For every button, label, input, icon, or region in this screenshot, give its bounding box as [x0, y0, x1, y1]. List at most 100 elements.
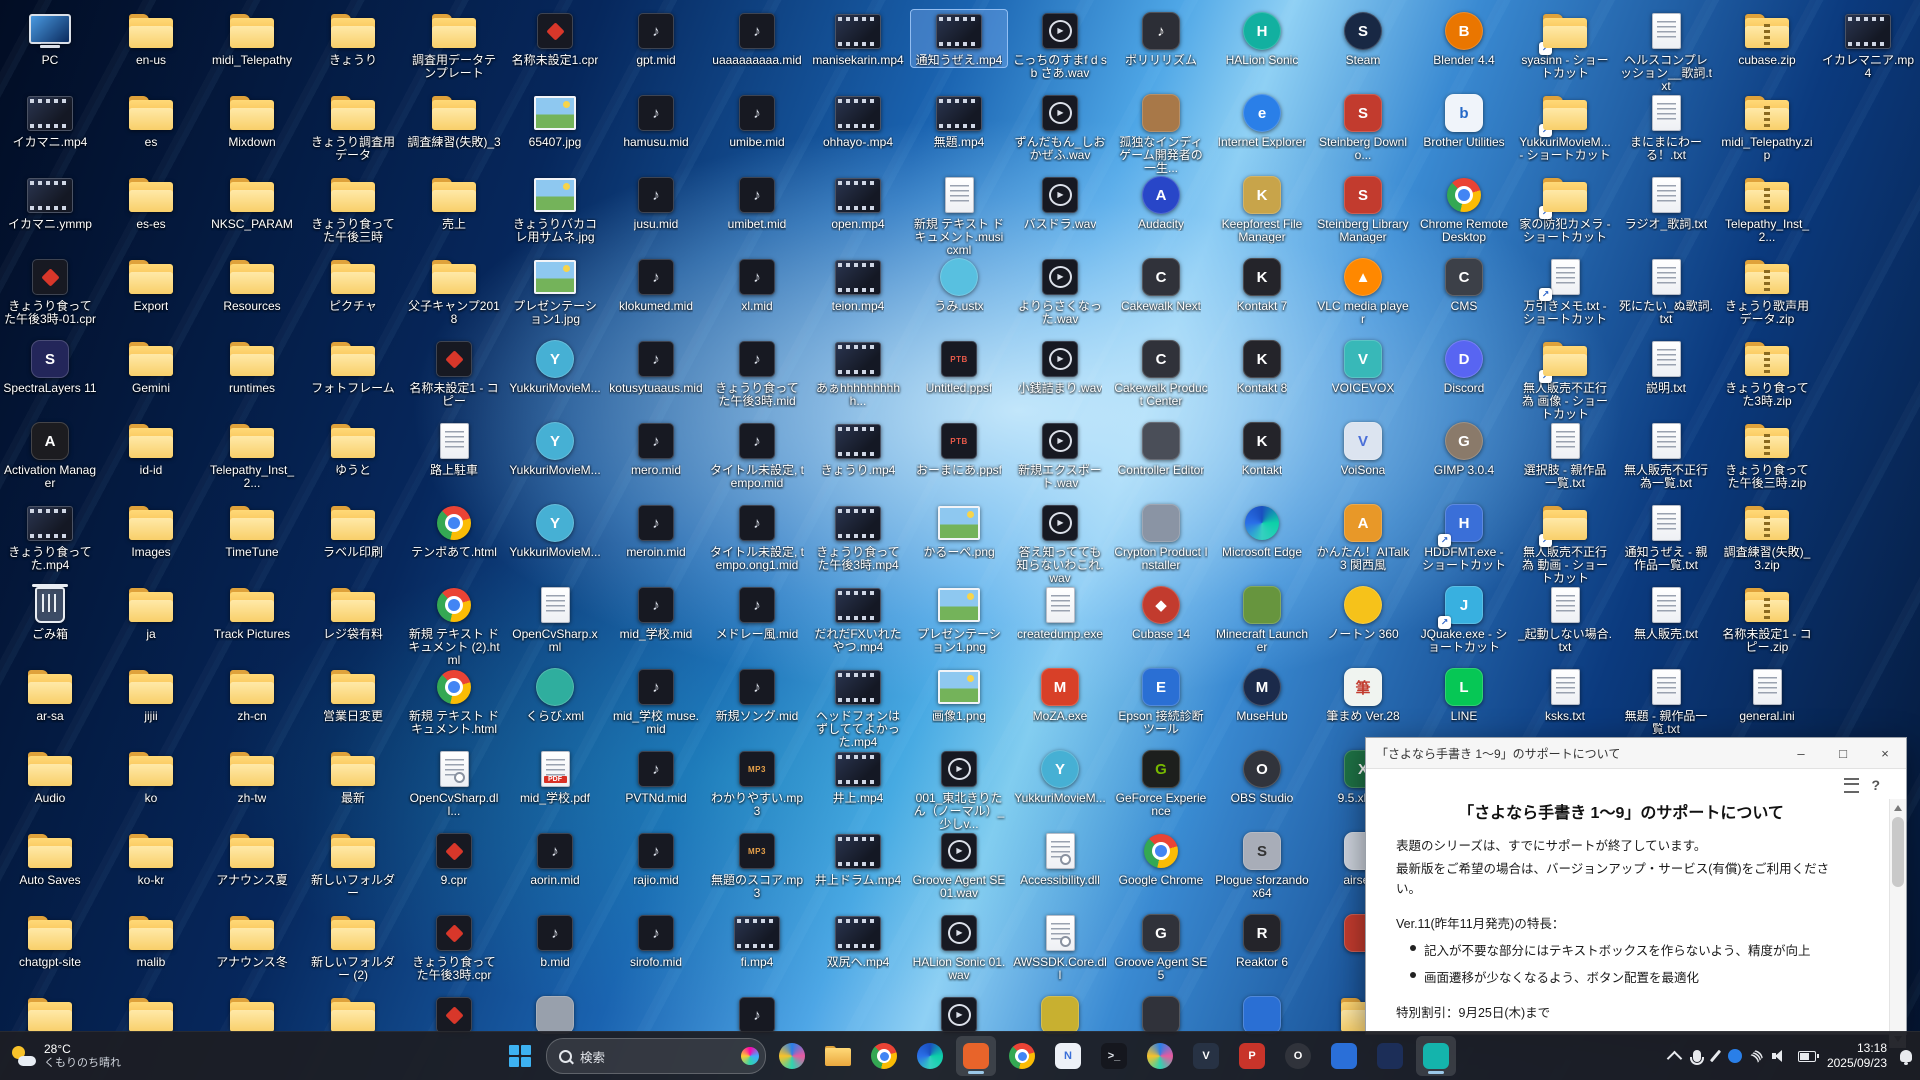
desktop-icon[interactable]: ↗家の防犯カメラ - ショートカット [1517, 174, 1613, 244]
desktop-icon[interactable]: OpenCvSharp.dll... [406, 748, 502, 818]
desktop-icon[interactable]: きょうり食ってた午後三時.zip [1719, 420, 1815, 490]
desktop-icon[interactable]: Mixdown [204, 92, 300, 149]
desktop-icon[interactable]: 新しいフォルダー [305, 830, 401, 900]
desktop-icon[interactable]: きょうり食ってた.mp4 [2, 502, 98, 572]
desktop-icon[interactable]: ▶小銭詰まり.wav [1012, 338, 1108, 395]
desktop-icon[interactable]: Google Chrome [1113, 830, 1209, 887]
taskbar-terminal-icon[interactable]: >_ [1094, 1036, 1134, 1076]
desktop-icon[interactable]: fi.mp4 [709, 912, 805, 969]
taskbar-app-red-p-icon[interactable]: P [1232, 1036, 1272, 1076]
taskbar-app-blue-icon[interactable] [1324, 1036, 1364, 1076]
desktop-icon[interactable]: Crypton Product Installer [1113, 502, 1209, 572]
desktop-icon[interactable]: zh-cn [204, 666, 300, 723]
desktop-icon[interactable]: 死にたい_ぬ歌詞.txt [1618, 256, 1714, 326]
desktop-icon[interactable]: H↗HDDFMT.exe - ショートカット [1416, 502, 1512, 572]
desktop-icon[interactable]: ▶バスドラ.wav [1012, 174, 1108, 231]
desktop-icon[interactable]: 通知うぜえ.mp4 [911, 10, 1007, 67]
desktop-icon[interactable]: Images [103, 502, 199, 559]
desktop-icon[interactable]: createdump.exe [1012, 584, 1108, 641]
desktop-icon[interactable]: ohhayo-.mp4 [810, 92, 906, 149]
desktop-icon[interactable]: HHALion Sonic [1214, 10, 1310, 67]
desktop-icon[interactable]: 65407.jpg [507, 92, 603, 149]
desktop-icon[interactable]: Accessibility.dll [1012, 830, 1108, 887]
desktop-icon[interactable]: イカマニ.ymmp [2, 174, 98, 231]
desktop-icon[interactable]: ↗万引きメモ.txt - ショートカット [1517, 256, 1613, 326]
desktop-icon[interactable]: 調査練習(失敗)_3 [406, 92, 502, 149]
desktop-icon[interactable]: SSteam [1315, 10, 1411, 67]
desktop-icon[interactable]: くらび.xml [507, 666, 603, 723]
desktop-icon[interactable]: ♪meroin.mid [608, 502, 704, 559]
desktop-icon[interactable]: きょうり食ってた3時.zip [1719, 338, 1815, 408]
taskbar-chrome-icon[interactable] [864, 1036, 904, 1076]
desktop-icon[interactable]: 孤独なインディゲーム開発者の一生... [1113, 92, 1209, 175]
clock[interactable]: 13:18 2025/09/23 [1827, 1041, 1887, 1071]
desktop-icon[interactable]: 調査練習(失敗)_3.zip [1719, 502, 1815, 572]
desktop-icon[interactable]: ♪ポリリリズム [1113, 10, 1209, 67]
desktop-icon[interactable]: MMoZA.exe [1012, 666, 1108, 723]
scrollbar-thumb[interactable] [1892, 817, 1904, 887]
desktop-icon[interactable]: ♪メドレー風.mid [709, 584, 805, 641]
desktop-icon[interactable]: ゆうと [305, 420, 401, 477]
desktop-icon[interactable]: SSteinberg Downlo... [1315, 92, 1411, 162]
desktop-icon[interactable]: 調査用データテンプレート [406, 10, 502, 80]
desktop-icon[interactable]: 新しいフォルダー (2) [305, 912, 401, 982]
desktop-icon[interactable]: ◆Cubase 14 [1113, 584, 1209, 641]
desktop-icon[interactable]: LLINE [1416, 666, 1512, 723]
desktop-icon[interactable]: J↗JQuake.exe - ショートカット [1416, 584, 1512, 654]
taskbar-app-orange-icon[interactable] [956, 1036, 996, 1076]
search-box[interactable]: 検索 [546, 1038, 766, 1074]
minimize-button[interactable]: – [1780, 738, 1822, 768]
taskbar-app-teal-icon[interactable] [1416, 1036, 1456, 1076]
desktop-icon[interactable]: ♪kotusytuaaus.mid [608, 338, 704, 395]
taskbar-copilot-icon[interactable] [772, 1036, 812, 1076]
desktop-icon[interactable]: ♪タイトル未設定, tempo.ong1.mid [709, 502, 805, 572]
desktop-icon[interactable]: ♪uaaaaaaaaa.mid [709, 10, 805, 67]
desktop-icon[interactable]: ラベル印刷 [305, 502, 401, 559]
desktop-icon[interactable]: 新規 テキスト ドキュメント.musicxml [911, 174, 1007, 257]
desktop-icon[interactable]: 双尻ヘ.mp4 [810, 912, 906, 969]
desktop-icon[interactable]: es-es [103, 174, 199, 231]
desktop-icon[interactable]: 無題 - 親作品一覧.txt [1618, 666, 1714, 736]
desktop-icon[interactable]: ♪rajio.mid [608, 830, 704, 887]
desktop-icon[interactable]: きょうり歌声用データ.zip [1719, 256, 1815, 326]
desktop-icon[interactable]: zh-tw [204, 748, 300, 805]
desktop-icon[interactable]: イカレマニア.mp4 [1820, 10, 1916, 80]
dialog-titlebar[interactable]: 「さよなら手書き 1〜9」のサポートについて – □ × [1366, 738, 1906, 769]
desktop-icon[interactable]: en-us [103, 10, 199, 67]
desktop-icon[interactable]: ♪aorin.mid [507, 830, 603, 887]
tray-app-icon[interactable] [1728, 1049, 1742, 1063]
desktop-icon[interactable]: ↗無人販売不正行為 動画 - ショートカット [1517, 502, 1613, 585]
desktop-icon[interactable]: Audio [2, 748, 98, 805]
desktop-icon[interactable]: PTBおーまにあ.ppsf [911, 420, 1007, 477]
desktop-icon[interactable]: DDiscord [1416, 338, 1512, 395]
desktop-icon[interactable]: GGIMP 3.0.4 [1416, 420, 1512, 477]
desktop-icon[interactable]: PTBUntitled.ppsf [911, 338, 1007, 395]
desktop-icon[interactable]: AWSSDK.Core.dll [1012, 912, 1108, 982]
desktop-icon[interactable]: ko [103, 748, 199, 805]
desktop-icon[interactable]: Microsoft Edge [1214, 502, 1310, 559]
desktop-icon[interactable]: ♪b.mid [507, 912, 603, 969]
desktop-icon[interactable]: 説明.txt [1618, 338, 1714, 395]
desktop-icon[interactable]: MMuseHub [1214, 666, 1310, 723]
desktop-icon[interactable]: ksks.txt [1517, 666, 1613, 723]
desktop-icon[interactable]: RReaktor 6 [1214, 912, 1310, 969]
desktop-icon[interactable]: テンポあて.html [406, 502, 502, 559]
wifi-icon[interactable]: ))) [1750, 1049, 1764, 1063]
desktop-icon[interactable]: かるーぺ.png [911, 502, 1007, 559]
desktop-icon[interactable]: きょうり食ってた午後3時-01.cpr [2, 256, 98, 326]
desktop-icon[interactable]: CCakewalk Next [1113, 256, 1209, 313]
desktop-icon[interactable]: mid_学校.pdf [507, 748, 603, 805]
desktop-icon[interactable]: ♪mid_学校.mid [608, 584, 704, 641]
desktop-icon[interactable]: あぁhhhhhhhhhh... [810, 338, 906, 408]
desktop-icon[interactable]: KKontakt 8 [1214, 338, 1310, 395]
desktop-icon[interactable]: アナウンス夏 [204, 830, 300, 887]
desktop-icon[interactable]: AActivation Manager [2, 420, 98, 490]
desktop-icon[interactable]: PC [2, 10, 98, 67]
desktop-icon[interactable]: BBlender 4.4 [1416, 10, 1512, 67]
microphone-icon[interactable] [1693, 1050, 1701, 1062]
desktop-icon[interactable]: malib [103, 912, 199, 969]
desktop-icon[interactable]: general.ini [1719, 666, 1815, 723]
desktop-icon[interactable]: 無人販売.txt [1618, 584, 1714, 641]
desktop-icon[interactable]: KKontakt 7 [1214, 256, 1310, 313]
desktop-icon[interactable]: 名称未設定1 - コピー.zip [1719, 584, 1815, 654]
